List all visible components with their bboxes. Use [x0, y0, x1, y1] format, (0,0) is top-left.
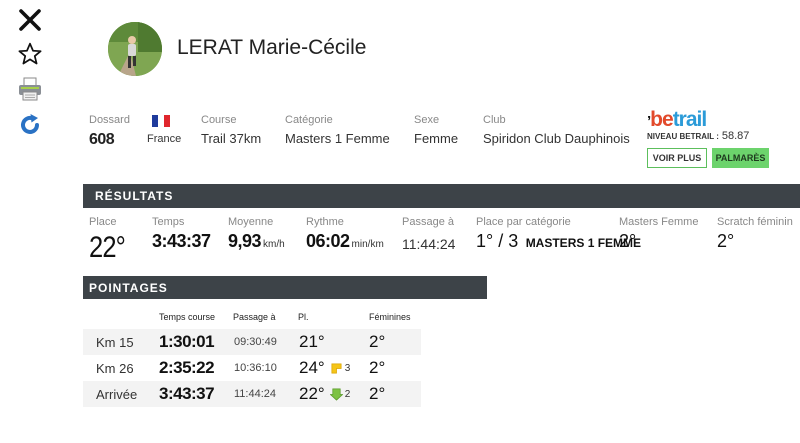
- bib-label: Dossard: [89, 114, 130, 126]
- result-place: Place 22°: [89, 216, 126, 264]
- refresh-icon: [21, 114, 39, 134]
- close-icon: [19, 9, 41, 31]
- sex-value: Femme: [414, 131, 459, 146]
- result-speed: Moyenne 9,93 km/h: [228, 216, 285, 251]
- france-flag-icon: [152, 115, 170, 127]
- betrail-level-value: 58.87: [721, 130, 750, 142]
- passage-value: 11:44:24: [402, 236, 456, 252]
- course-label: Course: [201, 114, 237, 126]
- betrail-logo: ’betrail: [647, 108, 707, 131]
- avatar: [108, 22, 162, 76]
- star-icon: [18, 42, 42, 65]
- favorite-button[interactable]: [16, 40, 44, 68]
- trend-up-indicator: 2: [329, 388, 350, 401]
- bib-number: 608: [89, 131, 115, 148]
- result-category-place: Place par catégorie 1° / 3 MASTERS 1 FEM…: [476, 216, 642, 251]
- betrail-level-label: NIVEAU BETRAIL :: [647, 132, 719, 141]
- bib-block: Dossard 608: [89, 114, 130, 149]
- betrail-level: NIVEAU BETRAIL :58.87: [647, 130, 749, 142]
- table-row: Km 26 2:35:22 10:36:10 24° 3 2°: [96, 358, 386, 377]
- table-row: Arrivée 3:43:37 11:44:24 22° 2 2°: [83, 381, 421, 407]
- club-value: Spiridon Club Dauphinois: [483, 131, 630, 146]
- col-header-passage: Passage à: [233, 312, 276, 322]
- result-scratch: Scratch féminin 2°: [717, 216, 793, 251]
- close-button[interactable]: [16, 6, 44, 34]
- pointages-header: POINTAGES: [83, 276, 487, 299]
- col-header-temps: Temps course: [159, 312, 216, 322]
- athlete-name: LERAT Marie-Cécile: [177, 36, 367, 59]
- course-block: Course Trail 37km: [201, 114, 261, 146]
- results-header: RÉSULTATS: [83, 184, 800, 208]
- print-icon: [19, 77, 41, 101]
- sex-block: Sexe Femme: [414, 114, 458, 146]
- voir-plus-button[interactable]: VOIR PLUS: [647, 148, 707, 168]
- club-label: Club: [483, 114, 506, 126]
- place-value: 22°: [89, 231, 126, 264]
- pace-value: 06:02: [306, 231, 350, 251]
- category-place-value: 1° / 3: [476, 231, 519, 251]
- result-passage: Passage à 11:44:24: [402, 216, 456, 252]
- masters-value: 2°: [619, 231, 637, 251]
- category-label: Catégorie: [285, 114, 333, 126]
- category-value: Masters 1 Femme: [285, 131, 390, 146]
- category-block: Catégorie Masters 1 Femme: [285, 114, 390, 146]
- table-row: Km 15 1:30:01 09:30:49 21° 2°: [83, 329, 421, 355]
- palmares-button[interactable]: PALMARÈS: [712, 148, 769, 168]
- refresh-button[interactable]: [16, 111, 44, 139]
- speed-value: 9,93: [228, 231, 262, 251]
- country-name: France: [147, 133, 182, 145]
- result-pace: Rythme 06:02 min/km: [306, 216, 384, 251]
- col-header-pl: Pl.: [298, 312, 309, 322]
- sex-label: Sexe: [414, 114, 440, 126]
- time-value: 3:43:37: [152, 231, 211, 251]
- arrow-down-icon: [329, 388, 343, 401]
- result-masters: Masters Femme 2°: [619, 216, 699, 251]
- print-button[interactable]: [16, 75, 44, 103]
- course-value: Trail 37km: [201, 131, 262, 146]
- trend-down-indicator: 3: [330, 362, 350, 375]
- col-header-feminines: Féminines: [369, 312, 411, 322]
- scratch-value: 2°: [717, 231, 735, 251]
- country-block: France: [147, 114, 181, 145]
- arrow-down-left-icon: [331, 362, 342, 374]
- result-time: Temps 3:43:37: [152, 216, 211, 251]
- club-block: Club Spiridon Club Dauphinois: [483, 114, 630, 146]
